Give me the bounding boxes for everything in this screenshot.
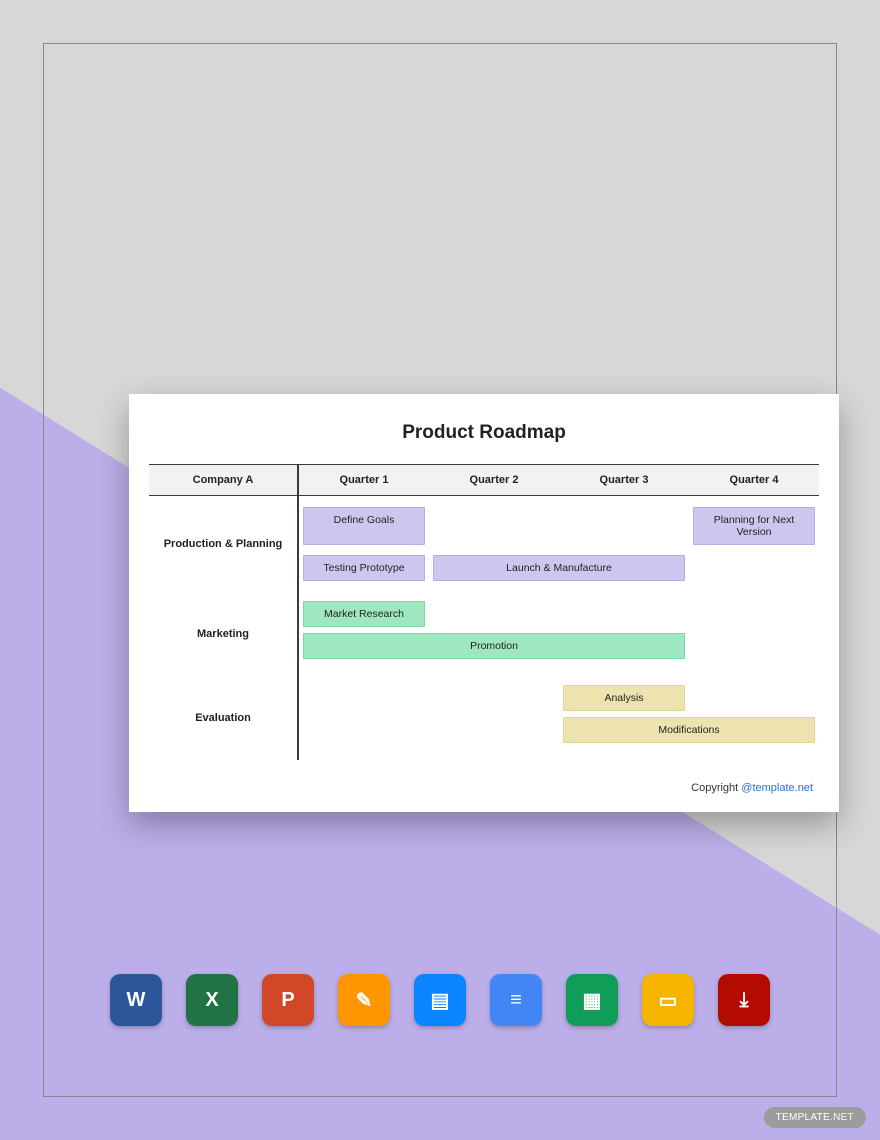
google-docs-icon[interactable]: ≡	[490, 974, 542, 1026]
row-body-marketing: Market Research Promotion	[299, 592, 819, 676]
pages-glyph: ✎	[356, 988, 373, 1013]
bar-modifications: Modifications	[563, 717, 815, 743]
bar-market-research: Market Research	[303, 601, 425, 627]
row-body-production: Define Goals Planning for Next Version T…	[299, 496, 819, 592]
page-title: Product Roadmap	[149, 422, 819, 444]
header-q2: Quarter 2	[429, 464, 559, 496]
sheets-glyph: ▦	[583, 988, 602, 1013]
google-sheets-icon[interactable]: ▦	[566, 974, 618, 1026]
row-body-evaluation: Analysis Modifications	[299, 676, 819, 760]
header-q4: Quarter 4	[689, 464, 819, 496]
copyright-prefix: Copyright	[691, 782, 741, 794]
row-label-production: Production & Planning	[149, 496, 299, 592]
ppt-glyph: P	[281, 989, 294, 1012]
bar-testing-prototype: Testing Prototype	[303, 555, 425, 581]
bar-analysis: Analysis	[563, 685, 685, 711]
pdf-icon[interactable]: ⤓	[718, 974, 770, 1026]
copyright: Copyright @template.net	[149, 782, 819, 794]
bar-planning-next: Planning for Next Version	[693, 507, 815, 545]
excel-glyph: X	[205, 989, 218, 1012]
powerpoint-icon[interactable]: P	[262, 974, 314, 1026]
row-label-marketing: Marketing	[149, 592, 299, 676]
header-q1: Quarter 1	[299, 464, 429, 496]
google-slides-icon[interactable]: ▭	[642, 974, 694, 1026]
roadmap-grid: Company A Quarter 1 Quarter 2 Quarter 3 …	[149, 464, 819, 760]
document-sheet: Product Roadmap Company A Quarter 1 Quar…	[129, 394, 839, 812]
bar-define-goals: Define Goals	[303, 507, 425, 545]
pages-icon[interactable]: ✎	[338, 974, 390, 1026]
copyright-link[interactable]: @template.net	[741, 782, 813, 794]
header-q3: Quarter 3	[559, 464, 689, 496]
template-net-badge[interactable]: TEMPLATE.NET	[764, 1107, 866, 1128]
header-company: Company A	[149, 464, 299, 496]
word-glyph: W	[127, 989, 146, 1012]
excel-icon[interactable]: X	[186, 974, 238, 1026]
keynote-icon[interactable]: ▤	[414, 974, 466, 1026]
format-icon-row: W X P ✎ ▤ ≡ ▦ ▭ ⤓	[44, 974, 836, 1026]
slides-glyph: ▭	[659, 988, 678, 1013]
badge-a: TEMPLATE	[776, 1112, 830, 1123]
docs-glyph: ≡	[510, 989, 522, 1012]
word-icon[interactable]: W	[110, 974, 162, 1026]
row-label-evaluation: Evaluation	[149, 676, 299, 760]
outer-frame: Product Roadmap Company A Quarter 1 Quar…	[43, 43, 837, 1097]
pdf-glyph: ⤓	[740, 989, 749, 1012]
bar-launch-manufacture: Launch & Manufacture	[433, 555, 685, 581]
keynote-glyph: ▤	[431, 988, 450, 1013]
badge-b: .NET	[830, 1112, 854, 1123]
bar-promotion: Promotion	[303, 633, 685, 659]
